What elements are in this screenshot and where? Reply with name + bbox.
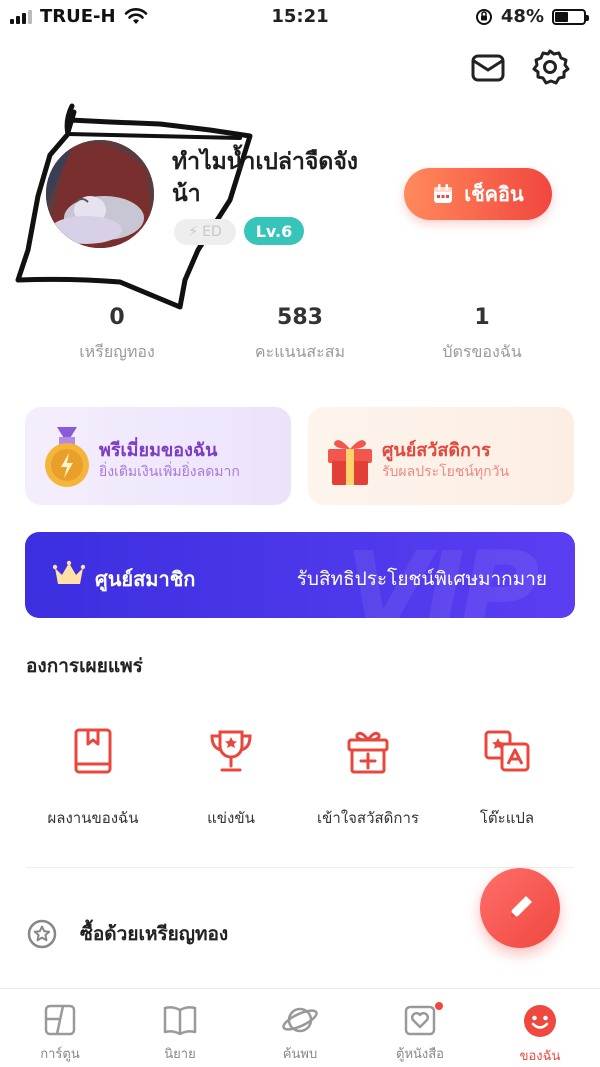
nav-discover[interactable]: ค้นพบ <box>240 989 360 1067</box>
welfare-card[interactable]: ศูนย์สวัสดิการ รับผลประโยชน์ทุกวัน <box>308 407 574 505</box>
stat-label: เหรียญทอง <box>79 342 155 361</box>
status-right: 48% <box>475 6 589 27</box>
nav-comics[interactable]: การ์ตูน <box>0 989 120 1067</box>
premium-card[interactable]: พรีเมี่ยมของฉัน ยิ่งเติมเงินเพิ่มยิ่งลดม… <box>25 407 291 505</box>
bookshelf-heart-icon <box>404 1005 436 1036</box>
stat-my-cards[interactable]: 1 บัตรของฉัน <box>382 305 582 365</box>
stat-points[interactable]: 583 คะแนนสะสม <box>200 305 400 365</box>
nav-label: นิยาย <box>164 1047 196 1062</box>
star-circle-icon <box>27 919 57 949</box>
open-book-icon <box>163 1006 197 1036</box>
username: ทำไมน้ำเปล่าจืดจังน้า <box>172 149 359 207</box>
stat-label: คะแนนสะสม <box>254 342 346 361</box>
gear-icon[interactable] <box>531 48 571 88</box>
planet-icon <box>282 1007 318 1033</box>
bottom-nav: การ์ตูน นิยาย ค้นพบ ตู้หนังสือ ของฉัน <box>0 988 600 1067</box>
checkin-button[interactable]: เช็คอิน <box>404 168 552 220</box>
stat-gold-coins[interactable]: 0 เหรียญทอง <box>17 305 217 365</box>
bolt-icon: ⚡ <box>188 224 199 240</box>
battery-icon <box>552 8 589 25</box>
orientation-lock-icon <box>475 8 492 25</box>
medal-icon <box>45 427 89 487</box>
smiley-icon <box>524 1005 556 1037</box>
tool-label: ผลงานของฉัน <box>47 809 139 827</box>
nav-label: ตู้หนังสือ <box>396 1047 444 1062</box>
nav-label: การ์ตูน <box>40 1047 80 1062</box>
notification-dot <box>434 1001 444 1011</box>
crown-icon <box>53 560 85 584</box>
stat-value: 583 <box>277 305 323 330</box>
tool-translation[interactable]: โต๊ะแปล <box>432 726 582 830</box>
tool-label: โต๊ะแปล <box>479 809 535 827</box>
level-badge[interactable]: Lv.6 <box>244 217 304 245</box>
buy-with-gold-label: ซื้อด้วยเหรียญทอง <box>80 923 229 945</box>
buy-with-gold-row[interactable]: ซื้อด้วยเหรียญทอง <box>26 918 228 950</box>
tool-label: เข้าใจสวัสดิการ <box>317 809 419 827</box>
status-bar: TRUE-H 15:21 48% <box>0 0 600 34</box>
write-fab[interactable] <box>480 868 560 948</box>
vip-promo: รับสิทธิประโยชน์พิเศษมากมาย <box>296 568 547 590</box>
nav-label: ค้นพบ <box>282 1047 318 1062</box>
nav-novels[interactable]: นิยาย <box>120 989 240 1067</box>
mail-icon[interactable] <box>468 48 508 88</box>
welfare-title: ศูนย์สวัสดิการ <box>382 440 491 461</box>
divider <box>26 867 574 868</box>
checkin-label: เช็คอิน <box>464 182 524 206</box>
battery-percent: 48% <box>500 6 544 27</box>
pencil-icon <box>510 896 532 918</box>
premium-subtitle: ยิ่งเติมเงินเพิ่มยิ่งลดมาก <box>99 464 240 480</box>
badge-grey: ⚡ ED <box>174 219 236 245</box>
tool-label: แข่งขัน <box>207 809 255 827</box>
trophy-icon <box>210 730 252 772</box>
gift-icon <box>347 731 389 774</box>
tool-welfare[interactable]: เข้าใจสวัสดิการ <box>293 726 443 830</box>
avatar[interactable] <box>46 140 154 248</box>
section-title: องการเผยแพร่ <box>26 655 143 677</box>
calendar-icon <box>434 184 453 203</box>
gift-box-icon <box>328 440 372 485</box>
tool-my-works[interactable]: ผลงานของฉัน <box>18 726 168 830</box>
vip-title: ศูนย์สมาชิก <box>95 567 196 591</box>
welfare-subtitle: รับผลประโยชน์ทุกวัน <box>382 464 510 480</box>
premium-title: พรีเมี่ยมของฉัน <box>99 440 218 461</box>
nav-mine[interactable]: ของฉัน <box>480 989 600 1067</box>
stat-value: 1 <box>474 305 490 330</box>
tool-competition[interactable]: แข่งขัน <box>156 726 306 830</box>
nav-bookshelf[interactable]: ตู้หนังสือ <box>360 989 480 1067</box>
nav-label: ของฉัน <box>519 1049 561 1064</box>
comic-icon <box>44 1004 76 1036</box>
book-icon <box>74 728 112 774</box>
stat-value: 0 <box>109 305 125 330</box>
vip-banner[interactable]: VIP ศูนย์สมาชิก รับสิทธิประโยชน์พิเศษมาก… <box>25 532 575 618</box>
stat-label: บัตรของฉัน <box>442 342 522 361</box>
translate-icon <box>484 730 530 772</box>
